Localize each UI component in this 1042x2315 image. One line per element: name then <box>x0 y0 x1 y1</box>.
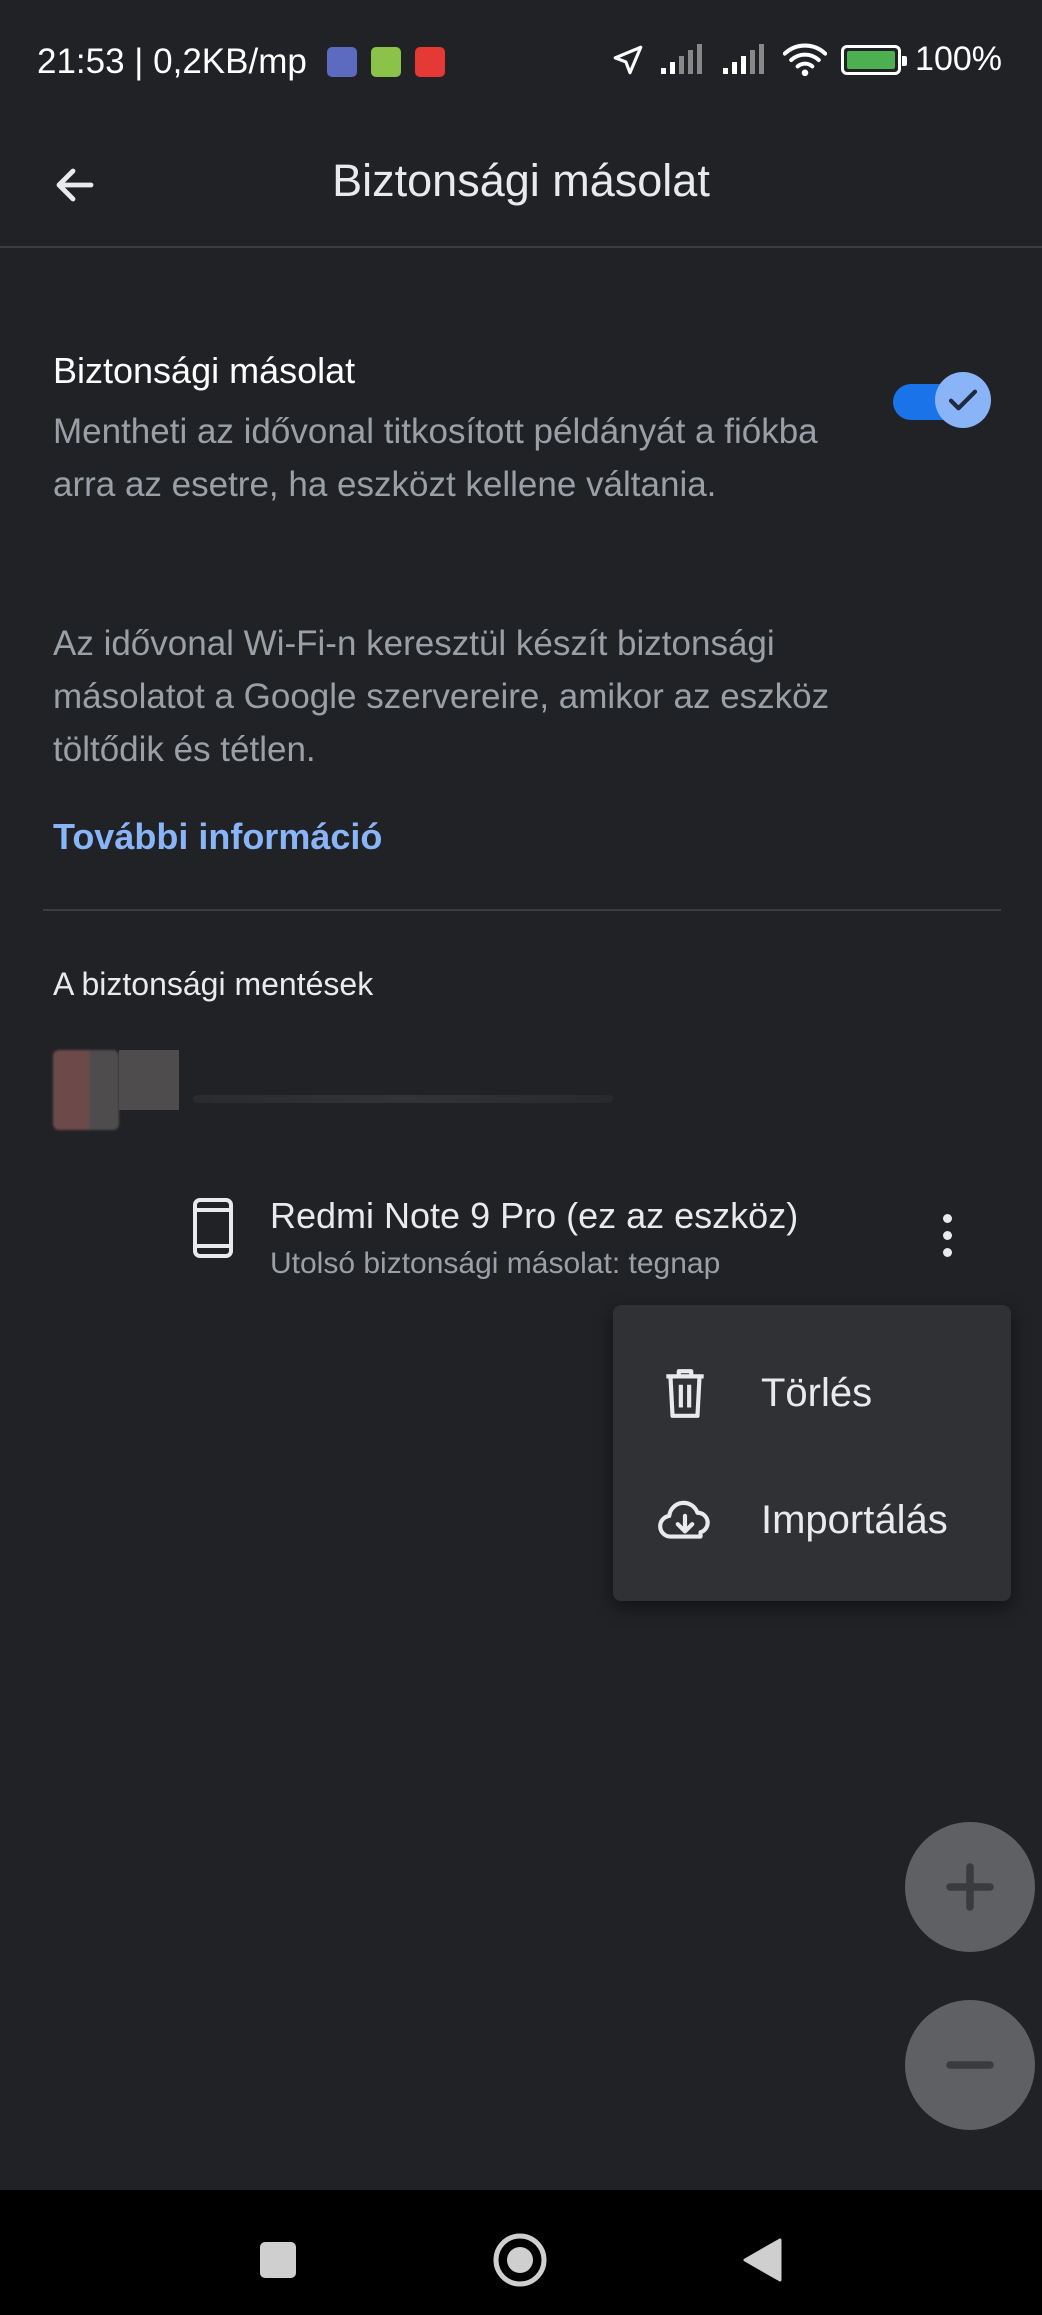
menu-label-import: Importálás <box>761 1497 948 1542</box>
square-icon <box>260 2242 296 2278</box>
status-bar: 21:53 | 0,2KB/mp 100% <box>0 0 1042 125</box>
youtube-icon <box>414 47 445 77</box>
device-backup-row[interactable]: Redmi Note 9 Pro (ez az eszköz) Utolsó b… <box>0 1180 1042 1300</box>
backup-setting-title: Biztonsági másolat <box>53 350 356 391</box>
notification-icons <box>326 47 445 77</box>
app-bar: Biztonsági másolat <box>0 125 1042 248</box>
signal-icon <box>661 43 703 74</box>
dot <box>943 1247 952 1257</box>
home-button[interactable] <box>480 2220 560 2300</box>
status-right: 100% <box>611 40 1002 79</box>
toggle-thumb <box>935 372 991 428</box>
menu-item-delete[interactable]: Törlés <box>613 1333 1011 1453</box>
account-avatar-blur <box>119 1050 179 1110</box>
cloud-download-icon <box>655 1490 715 1550</box>
device-name: Redmi Note 9 Pro (ez az eszköz) <box>270 1195 799 1236</box>
battery-icon <box>841 44 908 75</box>
backup-setting-description: Mentheti az idővonal titkosított példány… <box>53 412 818 504</box>
divider <box>43 909 1001 911</box>
backup-setting-description-2: Az idővonal Wi-Fi-n keresztül készít biz… <box>53 624 830 769</box>
battery-percent: 100% <box>915 40 1002 78</box>
dot <box>943 1230 952 1240</box>
zoom-out-button[interactable] <box>905 2000 1035 2130</box>
status-time-speed: 21:53 | 0,2KB/mp <box>37 42 307 81</box>
wifi-icon <box>783 43 828 76</box>
phone-icon <box>190 1196 236 1260</box>
home-circle-icon <box>493 2233 547 2287</box>
trash-icon <box>655 1363 715 1423</box>
signal-icon-2 <box>723 43 765 74</box>
triangle-back-icon <box>743 2238 782 2282</box>
device-last-backup: Utolsó biztonsági másolat: tegnap <box>270 1247 721 1280</box>
backup-toggle[interactable] <box>893 370 993 430</box>
backups-section-title: A biztonsági mentések <box>53 966 374 1002</box>
options-menu: Törlés Importálás <box>613 1305 1011 1601</box>
menu-label-delete: Törlés <box>761 1370 873 1415</box>
recents-button[interactable] <box>238 2220 318 2300</box>
page-title: Biztonsági másolat <box>332 155 710 206</box>
menu-item-import[interactable]: Importálás <box>613 1460 1011 1580</box>
more-info-link[interactable]: További információ <box>53 816 382 858</box>
account-row <box>53 1035 753 1145</box>
zoom-in-button[interactable] <box>905 1822 1035 1952</box>
account-avatar <box>53 1050 119 1130</box>
dot <box>943 1213 952 1223</box>
minus-icon <box>946 2061 994 2069</box>
plus-icon <box>946 1863 994 1911</box>
more-options-button[interactable] <box>920 1200 975 1270</box>
account-name-redacted <box>193 1095 613 1103</box>
messenger-icon <box>326 47 357 77</box>
check-icon <box>948 389 978 411</box>
nav-back-button[interactable] <box>722 2220 802 2300</box>
android-icon <box>370 47 401 77</box>
system-nav-bar <box>0 2190 1042 2315</box>
status-left: 21:53 | 0,2KB/mp <box>37 42 445 82</box>
location-icon <box>613 45 643 74</box>
